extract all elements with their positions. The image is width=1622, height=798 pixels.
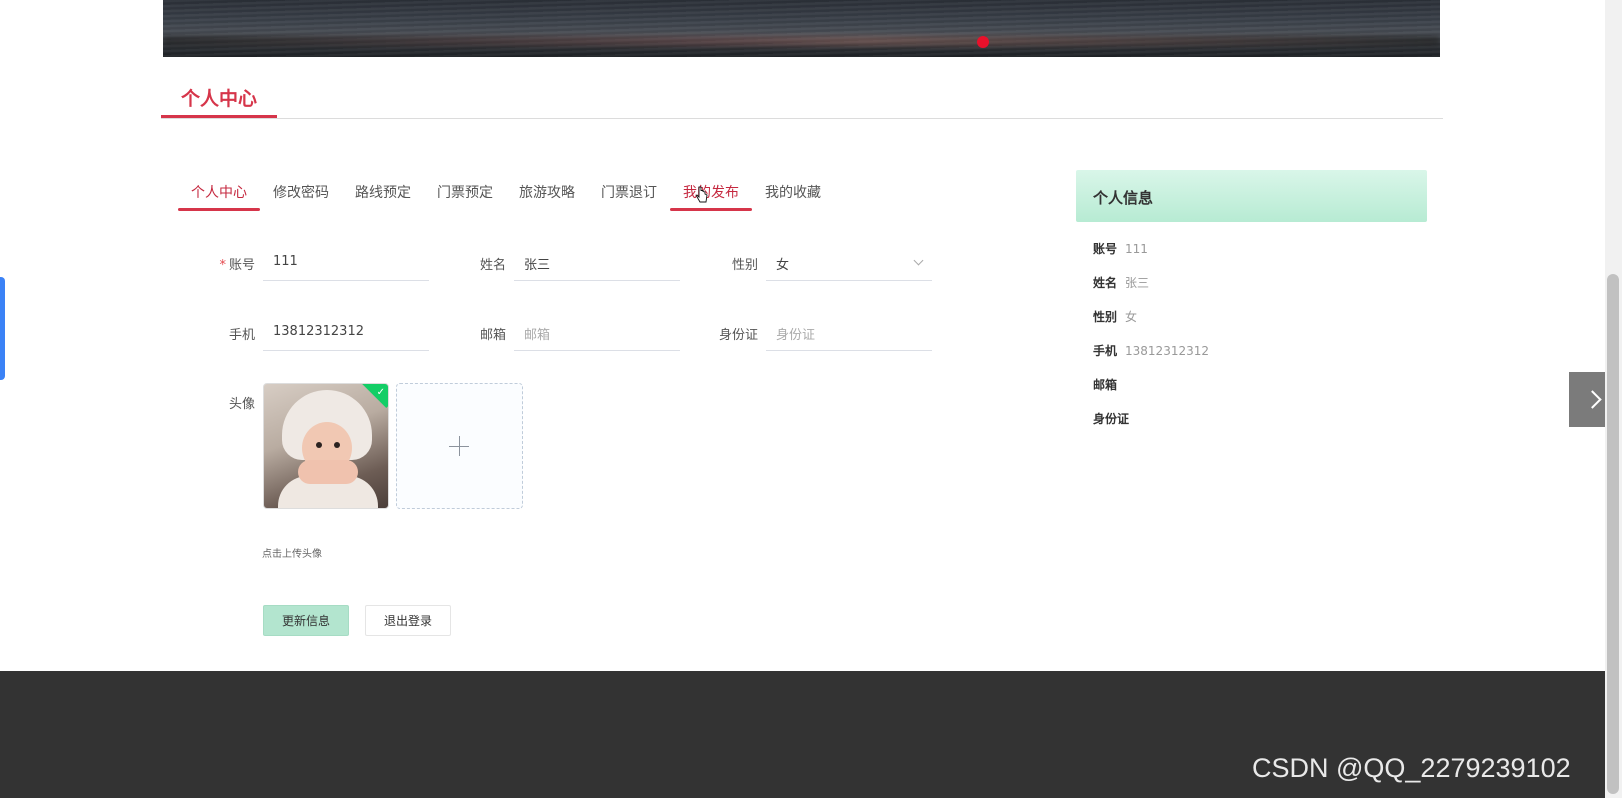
account-field[interactable]: 111 — [263, 245, 429, 281]
email-field[interactable]: 邮箱 — [514, 315, 680, 351]
avatar-image[interactable]: ✓ — [263, 383, 389, 509]
profile-key: 账号 — [1093, 242, 1118, 256]
avatar-upload-button[interactable] — [396, 383, 523, 509]
upload-hint: 点击上传头像 — [262, 549, 322, 560]
profile-value: 111 — [1125, 242, 1148, 256]
tab-bar: 个人中心 修改密码 路线预定 门票预定 旅游攻略 门票退订 我的发布 我的收藏 — [178, 176, 834, 211]
avatar-label: 头像 — [228, 397, 255, 412]
profile-row-account: 账号 111 — [1093, 240, 1148, 257]
profile-value: 张三 — [1125, 276, 1150, 290]
tab-route-booking[interactable]: 路线预定 — [342, 176, 424, 211]
profile-row-gender: 性别女 — [1093, 308, 1137, 325]
tab-ticket-refund[interactable]: 门票退订 — [588, 176, 670, 211]
name-label: 姓名 — [479, 258, 506, 273]
phone-field[interactable]: 13812312312 — [263, 315, 429, 351]
profile-key: 姓名 — [1093, 276, 1118, 290]
logout-button[interactable]: 退出登录 — [365, 605, 451, 636]
profile-row-name: 姓名 张三 — [1093, 274, 1149, 291]
profile-value: 13812312312 — [1125, 344, 1209, 358]
profile-row-phone: 手机 13812312312 — [1093, 342, 1209, 359]
section-title: 个人中心 — [181, 88, 258, 110]
chevron-down-icon — [913, 255, 924, 266]
scrollbar-thumb[interactable] — [1607, 274, 1619, 794]
profile-row-idcard: 身份证 — [1093, 410, 1137, 427]
mouse-pointer-icon — [696, 186, 708, 203]
avatar-eye-left — [316, 442, 322, 448]
required-mark: * — [219, 258, 226, 273]
profile-value: 女 — [1125, 310, 1138, 324]
profile-card-header: 个人信息 — [1076, 170, 1427, 222]
avatar-hands — [298, 460, 358, 484]
email-label: 邮箱 — [479, 328, 506, 343]
profile-key: 身份证 — [1093, 412, 1130, 426]
account-label-text: 账号 — [228, 258, 255, 273]
name-field[interactable]: 张三 — [514, 245, 680, 281]
tab-change-password[interactable]: 修改密码 — [260, 176, 342, 211]
tab-travel-guide[interactable]: 旅游攻略 — [506, 176, 588, 211]
section-divider — [161, 118, 1443, 119]
page: 个人中心 个人中心 修改密码 路线预定 门票预定 旅游攻略 门票退订 我的发布 … — [0, 0, 1622, 798]
tab-personal-center[interactable]: 个人中心 — [178, 176, 260, 211]
tab-ticket-booking[interactable]: 门票预定 — [424, 176, 506, 211]
watermark: CSDN @QQ_2279239102 — [1252, 753, 1571, 783]
avatar-eye-right — [334, 442, 340, 448]
idcard-field[interactable]: 身份证 — [766, 315, 932, 351]
profile-row-email: 邮箱 — [1093, 376, 1125, 393]
check-icon: ✓ — [376, 387, 385, 398]
phone-label: 手机 — [228, 328, 255, 343]
carousel-indicator-dot[interactable] — [977, 36, 989, 48]
account-label: * 账号 — [205, 254, 255, 273]
update-info-button[interactable]: 更新信息 — [263, 605, 349, 636]
idcard-label: 身份证 — [718, 328, 758, 343]
profile-key: 手机 — [1093, 344, 1118, 358]
profile-card-title: 个人信息 — [1093, 189, 1154, 207]
profile-key: 邮箱 — [1093, 378, 1118, 392]
side-drawer-handle[interactable] — [0, 277, 5, 380]
tab-my-posts[interactable]: 我的发布 — [670, 176, 752, 211]
gender-select-value: 女 — [776, 258, 790, 273]
plus-icon-vertical — [459, 436, 460, 456]
gender-select[interactable]: 女 — [766, 245, 932, 281]
profile-key: 性别 — [1093, 310, 1118, 324]
gender-label: 性别 — [731, 258, 758, 273]
chevron-right-icon — [1582, 390, 1602, 409]
tab-my-favorites[interactable]: 我的收藏 — [752, 176, 834, 211]
banner-carousel[interactable] — [163, 0, 1440, 57]
